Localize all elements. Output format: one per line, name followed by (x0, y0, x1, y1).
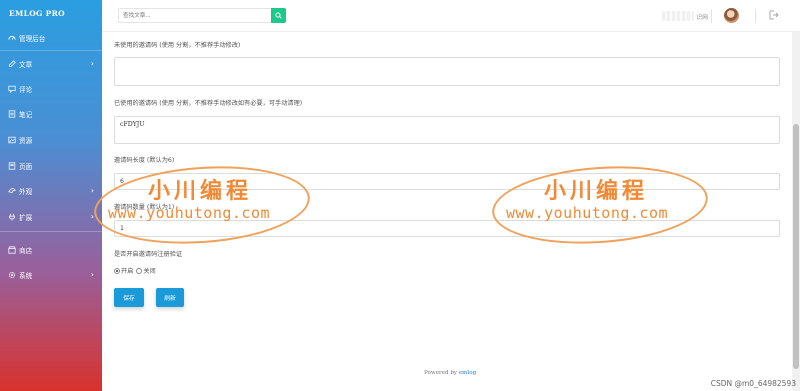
sidebar-item-articles[interactable]: 文章 › (0, 54, 102, 74)
sidebar-item-label: 笔记 (19, 111, 33, 119)
search-box (118, 8, 286, 23)
sidebar-item-resources[interactable]: 资源 (0, 130, 102, 150)
sidebar-item-label: 外观 (19, 188, 33, 196)
gear-icon (7, 271, 16, 280)
watermark-url: www.youhutong.com (108, 204, 271, 222)
sidebar-item-label: 商店 (19, 247, 33, 255)
search-input[interactable] (119, 9, 269, 22)
plugin-icon (7, 213, 16, 222)
footer-link[interactable]: emlog (459, 370, 476, 376)
sidebar-item-store[interactable]: 商店 (0, 240, 102, 260)
sidebar-item-appearance[interactable]: 外观 › (0, 181, 102, 201)
code-length-label: 邀请码长度 (默认为6) (114, 157, 175, 164)
used-codes-textarea[interactable]: cFDYJU (114, 116, 780, 144)
page-icon (7, 162, 16, 171)
watermark-title: 小川编程 (148, 178, 253, 204)
sidebar-item-system[interactable]: 系统 › (0, 265, 102, 285)
sidebar-item-comments[interactable]: 评论 (0, 79, 102, 99)
sidebar-item-extensions[interactable]: 扩展 › (0, 207, 102, 227)
sidebar-item-dashboard[interactable]: 管理后台 (0, 28, 102, 48)
footer: Powered by emlog (424, 370, 476, 376)
divider (711, 9, 712, 23)
sidebar-item-label: 管理后台 (19, 35, 46, 43)
sidebar: EMLOG PRO 管理后台 文章 › 评论 笔记 资源 页面 外观 › 扩展 … (0, 0, 102, 391)
radio-enable-label: 开启 (121, 268, 134, 275)
radio-disable[interactable] (136, 267, 143, 274)
search-icon (275, 12, 282, 19)
footer-text: Powered by (424, 370, 458, 376)
chevron-right-icon: › (90, 270, 94, 279)
search-button[interactable] (271, 8, 286, 23)
sidebar-item-label: 扩展 (19, 214, 33, 222)
chevron-right-icon: › (90, 186, 94, 195)
sidebar-item-pages[interactable]: 页面 (0, 156, 102, 176)
store-icon (7, 246, 16, 255)
sidebar-item-label: 文章 (19, 61, 33, 69)
verify-label: 是否开启邀请码注册验证 (114, 251, 183, 258)
watermark-url: www.youhutong.com (506, 204, 669, 222)
watermark-title: 小川编程 (544, 178, 649, 204)
divider (755, 9, 756, 23)
help-label: 识网 (696, 14, 708, 21)
radio-enable[interactable] (114, 267, 120, 274)
comment-icon (7, 85, 16, 94)
chevron-right-icon: › (90, 59, 94, 68)
top-header: 识网 (102, 0, 800, 32)
refresh-button[interactable]: 刷新 (156, 288, 184, 307)
image-icon (7, 136, 16, 145)
blurred-area (662, 11, 695, 21)
verify-radio-group: 开启 关闭 (114, 266, 156, 275)
help-link[interactable]: 识网 (650, 10, 708, 22)
unused-codes-textarea[interactable] (114, 57, 780, 86)
sidebar-item-label: 系统 (19, 272, 33, 280)
avatar[interactable] (724, 8, 739, 23)
unused-codes-label: 未使用的邀请码 (使用 分割，不推荐手动修改) (114, 42, 241, 49)
dashboard-icon (7, 34, 16, 43)
save-button[interactable]: 保存 (114, 288, 144, 307)
note-icon (7, 110, 16, 119)
csdn-credit: CSDN @m0_64982593 (710, 379, 796, 388)
logout-icon[interactable] (769, 10, 779, 20)
sidebar-item-label: 资源 (19, 137, 33, 145)
used-codes-label: 已使用的邀请码 (使用 分割，不推荐手动修改如有必要，可手动清理) (114, 100, 303, 107)
sidebar-item-notes[interactable]: 笔记 (0, 104, 102, 124)
radio-disable-label: 关闭 (143, 268, 156, 275)
scrollbar[interactable] (792, 32, 800, 391)
sidebar-item-label: 页面 (19, 163, 33, 171)
brand-logo[interactable]: EMLOG PRO (0, 0, 102, 28)
edit-icon (7, 60, 16, 69)
divider (0, 231, 102, 232)
palette-icon (7, 187, 16, 196)
sidebar-item-label: 评论 (19, 86, 33, 94)
divider (0, 50, 102, 51)
scrollbar-thumb[interactable] (793, 124, 799, 369)
